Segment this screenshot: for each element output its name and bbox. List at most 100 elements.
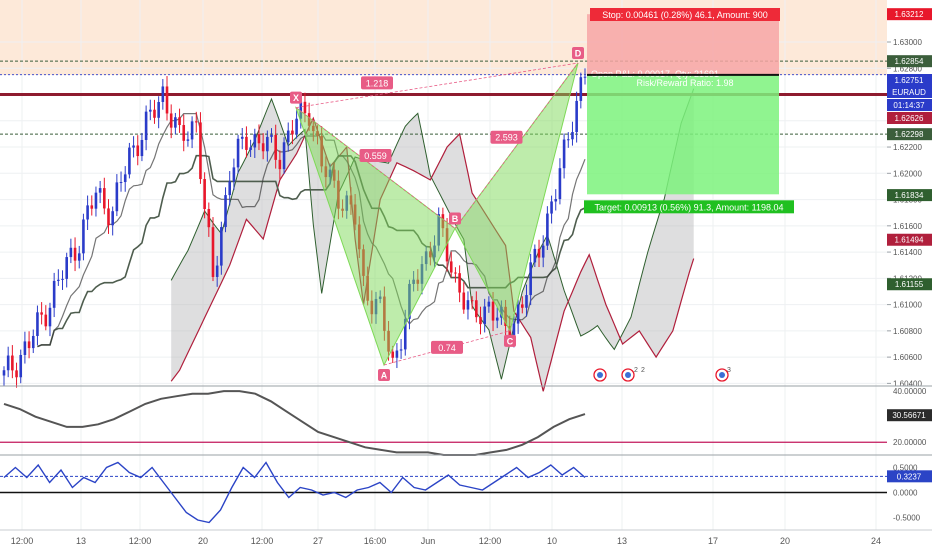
indicator-value-label: 0.3237 (897, 472, 922, 481)
candle-body (541, 245, 545, 258)
candle-body (203, 179, 206, 209)
candle-body (295, 118, 298, 135)
event-count: 2 (641, 367, 645, 374)
candle-body (77, 253, 81, 261)
candle-body (44, 314, 48, 327)
position-tool[interactable]: Stop: 0.00461 (0.28%) 46.1, Amount: 900 … (584, 8, 794, 214)
candle-body (491, 301, 495, 321)
candle-body (521, 304, 524, 308)
time-axis-label: 16:00 (364, 536, 387, 546)
candle-body (31, 335, 35, 349)
flag-event-icon-inner (719, 372, 725, 378)
indicator-value-label: 30.56671 (892, 411, 926, 420)
time-axis-label: Jun (421, 536, 436, 546)
candle-body (391, 351, 395, 358)
time-axis-label: 27 (313, 536, 323, 546)
indicator-tick-label: 20.00000 (893, 438, 927, 447)
candle-body (107, 208, 110, 226)
candle-body (174, 117, 177, 128)
candle-body (546, 213, 549, 246)
price-tick-label: 1.61400 (893, 248, 922, 257)
candle-body (144, 111, 148, 140)
candle-body (61, 278, 64, 280)
candle-body (19, 354, 23, 378)
candle-body (483, 306, 486, 325)
price-tag-label: 1.61834 (895, 191, 924, 200)
candle-body (182, 125, 186, 141)
candle-body (228, 181, 232, 196)
candle-body (303, 101, 307, 114)
price-tick-label: 1.62000 (893, 169, 922, 178)
price-tag-label: 1.61155 (895, 280, 924, 289)
candle-body (579, 77, 583, 101)
risk-reward-label: Risk/Reward Ratio: 1.98 (636, 78, 733, 88)
candle-body (224, 195, 227, 228)
candle-body (286, 130, 290, 143)
candle-body (207, 208, 211, 228)
target-label: Target: 0.00913 (0.56%) 91.3, Amount: 11… (595, 202, 784, 212)
candle-body (23, 341, 27, 355)
pattern-point-label: B (452, 214, 459, 224)
candle-body (558, 168, 562, 200)
candle-body (132, 145, 135, 148)
time-axis-label: 12:00 (129, 536, 152, 546)
candle-body (466, 300, 470, 310)
target-zone[interactable] (587, 74, 779, 195)
candle-body (278, 159, 282, 170)
candle-body (516, 304, 520, 324)
price-tick-label: 1.61000 (893, 301, 922, 310)
price-tag-label: 1.62298 (895, 130, 924, 139)
candle-body (215, 265, 219, 277)
time-axis[interactable]: 12:00 13 12:00 20 12:00 27 16:00 Jun 12:00 10 13 17… (11, 536, 881, 546)
candle-body (529, 262, 532, 296)
candle-body (123, 174, 127, 183)
candle-body (533, 248, 537, 263)
candle-body (449, 261, 453, 273)
price-tag-label: 1.62751 (895, 76, 924, 85)
stop-zone[interactable] (587, 14, 779, 75)
euraud-chart[interactable]: X A B C D 1.218 0.559 0.74 2.593 Stop: 0.00461 (… (0, 0, 932, 550)
time-axis-label: 10 (547, 536, 557, 546)
candle-body (566, 139, 570, 141)
time-axis-label: 12:00 (251, 536, 274, 546)
ratio-label: 2.593 (495, 133, 518, 143)
candle-body (458, 273, 461, 293)
time-axis-label: 13 (76, 536, 86, 546)
candle-body (115, 182, 119, 212)
candle-body (40, 312, 43, 315)
event-count: 3 (727, 367, 731, 374)
candle-body (487, 301, 491, 307)
price-tag-label: 1.63212 (895, 10, 924, 19)
candle-body (48, 307, 52, 327)
candle-body (65, 257, 68, 279)
candle-body (240, 136, 244, 139)
stop-label: Stop: 0.00461 (0.28%) 46.1, Amount: 900 (602, 10, 768, 20)
candle-body (153, 109, 156, 118)
candle-body (537, 248, 541, 258)
candle-body (82, 219, 85, 254)
candle-body (270, 134, 273, 137)
candle-body (140, 139, 144, 157)
candle-body (253, 134, 257, 148)
pattern-point-label: C (507, 336, 514, 346)
indicator-tick-label: -0.5000 (893, 514, 921, 523)
candle-body (90, 205, 94, 209)
candle-body (211, 227, 215, 277)
time-axis-label: 12:00 (11, 536, 34, 546)
candle-body (495, 317, 499, 321)
candle-body (236, 138, 240, 168)
candle-body (148, 109, 152, 112)
candle-body (69, 247, 73, 258)
candle-body (194, 121, 198, 123)
candle-body (562, 139, 566, 169)
candle-body (399, 349, 403, 351)
candle-body (462, 292, 466, 310)
candle-body (575, 100, 578, 133)
event-count: 2 (634, 367, 638, 374)
candle-body (15, 370, 18, 378)
candle-body (550, 201, 553, 214)
candle-body (2, 370, 6, 376)
candle-body (98, 188, 102, 193)
flag-event-icon-inner (597, 372, 603, 378)
candle-body (103, 188, 106, 209)
